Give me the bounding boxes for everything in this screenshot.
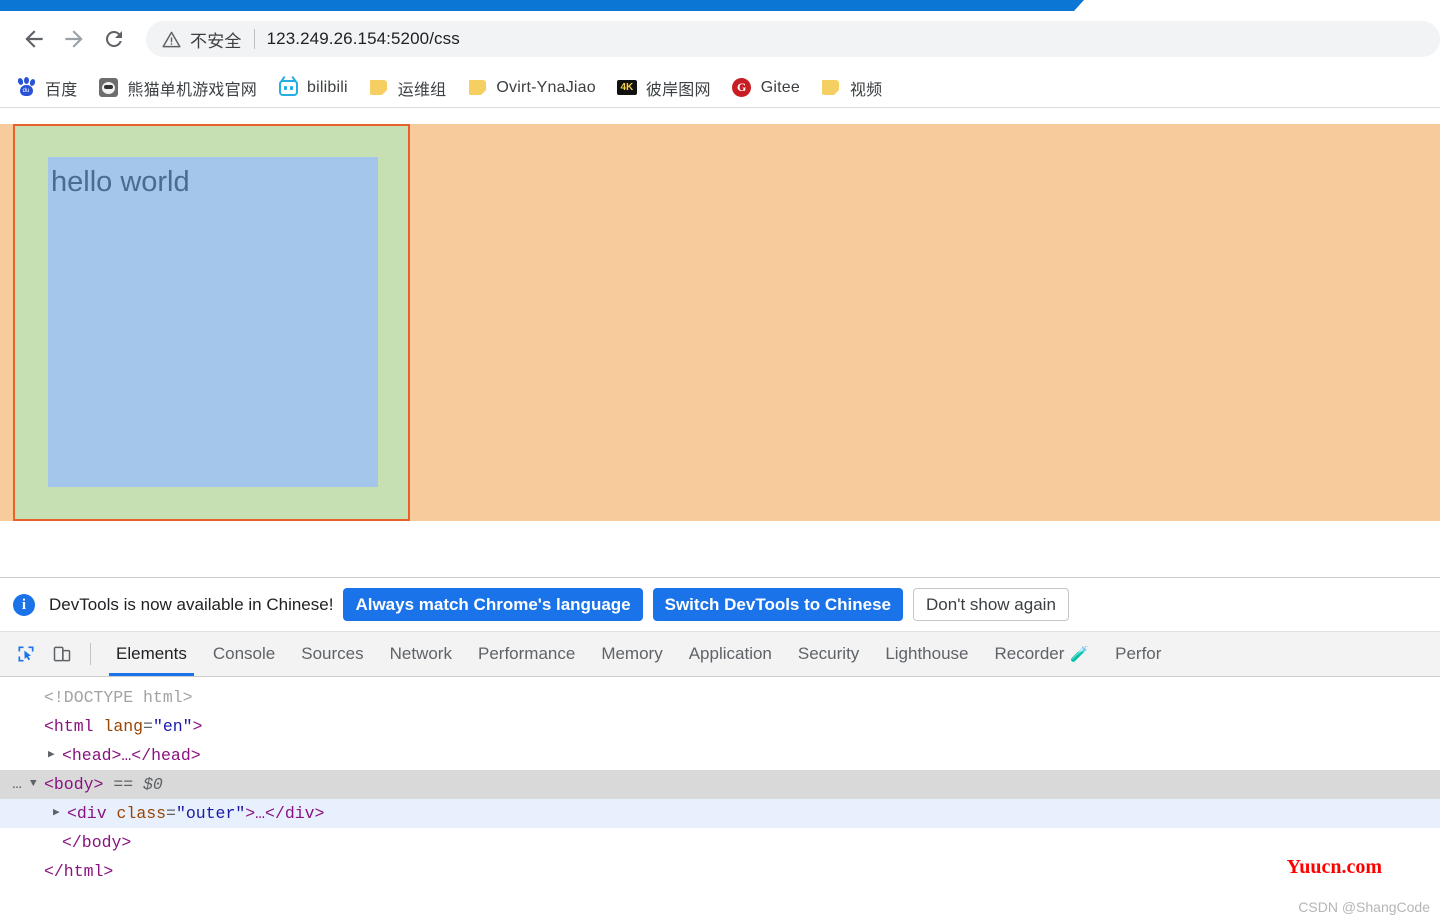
tab-security[interactable]: Security: [785, 632, 872, 676]
tab-performance[interactable]: Performance: [465, 632, 588, 676]
body-collapse-triangle-icon[interactable]: ▼: [30, 770, 44, 799]
outer-div-expand-triangle-icon[interactable]: ▶: [53, 799, 67, 828]
tree-row-outer-div[interactable]: ▶ <div class = "outer" >…</div>: [0, 799, 1440, 828]
tab-performance-insights[interactable]: Perfor: [1102, 632, 1174, 676]
bookmark-biantu[interactable]: 4K 彼岸图网: [615, 73, 720, 103]
bookmark-folder-yunweizu[interactable]: 运维组: [367, 73, 456, 103]
security-status-label: 不安全: [190, 31, 242, 51]
bookmark-folder-shipin[interactable]: 视频: [819, 73, 891, 103]
elements-dom-tree[interactable]: <!DOCTYPE html> <html lang = "en" > ▶ <head…: [0, 677, 1440, 886]
tab-console[interactable]: Console: [200, 632, 288, 676]
watermark-csdn: CSDN @ShangCode: [1298, 899, 1430, 915]
bookmark-panda-games[interactable]: 熊猫单机游戏官网: [96, 73, 266, 103]
tab-recorder[interactable]: Recorder 🧪: [982, 632, 1103, 676]
panda-icon: [98, 78, 118, 98]
devtools-panel: i DevTools is now available in Chinese! …: [0, 577, 1440, 923]
tab-lighthouse[interactable]: Lighthouse: [872, 632, 981, 676]
page-viewport: hello world: [0, 108, 1440, 577]
tab-elements[interactable]: Elements: [103, 632, 200, 676]
div-rest: >…</div>: [245, 804, 325, 823]
inner-div: hello world: [48, 157, 378, 487]
html-open-tag-close: >: [192, 717, 203, 736]
bookmark-folder-ovirt-ynajiao[interactable]: Ovirt-YnaJiao: [465, 73, 605, 103]
html-lang-attr-value: "en": [152, 717, 193, 736]
bookmarks-bar: du 百度 熊猫单机游戏官网 bilibili 运维组 Ovirt-YnaJia…: [0, 67, 1440, 108]
device-toolbar-icon[interactable]: [46, 638, 78, 670]
body-selected-marker: == $0: [113, 775, 163, 794]
toolbar-divider: [90, 643, 91, 665]
warning-triangle-icon: [162, 30, 181, 49]
back-arrow-icon: [25, 30, 43, 48]
body-close-tag: </body>: [62, 833, 132, 852]
middle-div: hello world: [13, 124, 410, 521]
inspect-element-icon[interactable]: [10, 638, 42, 670]
tab-sources[interactable]: Sources: [288, 632, 376, 676]
tab-network[interactable]: Network: [377, 632, 465, 676]
baidu-paw-icon: du: [16, 77, 36, 98]
bookmark-label: 百度: [45, 81, 78, 99]
reload-icon: [105, 30, 122, 47]
bookmark-label: 彼岸图网: [645, 81, 711, 99]
tree-row-html-close[interactable]: </html>: [0, 857, 1440, 886]
tree-row-html[interactable]: <html lang = "en" >: [0, 712, 1440, 741]
devtools-tab-bar: Elements Console Sources Network Perform…: [0, 632, 1440, 677]
head-node-text: <head>…</head>: [62, 746, 201, 765]
omnibox-divider: [253, 29, 255, 49]
folder-icon: [369, 78, 389, 98]
bookmark-baidu[interactable]: du 百度: [14, 73, 86, 103]
watermark-yuucn: Yuucn.com: [1286, 856, 1382, 878]
tree-row-body-close[interactable]: </body>: [0, 828, 1440, 857]
bilibili-tv-icon: [278, 75, 298, 98]
html-open-tag: <html: [44, 717, 94, 736]
forward-arrow-icon: [65, 30, 83, 48]
div-class-attr-value: "outer": [175, 804, 246, 823]
info-icon: i: [13, 593, 35, 616]
bookmark-label: Gitee: [760, 78, 800, 96]
div-class-attr-name: class: [116, 804, 167, 823]
4k-icon: 4K: [616, 78, 637, 98]
outer-div: hello world: [0, 124, 1440, 521]
reload-button[interactable]: [94, 19, 134, 59]
url-text: 123.249.26.154:5200/css: [266, 29, 460, 48]
tab-application[interactable]: Application: [676, 632, 785, 676]
beaker-icon: 🧪: [1070, 646, 1090, 663]
bookmark-label: 运维组: [397, 81, 447, 99]
address-bar[interactable]: 不安全 123.249.26.154:5200/css: [146, 21, 1440, 57]
browser-tab-strip: [0, 0, 1440, 11]
body-node-text: <body>: [44, 775, 104, 794]
bookmark-label: Ovirt-YnaJiao: [496, 78, 596, 96]
forward-button[interactable]: [54, 19, 94, 59]
active-tab-highlight: [0, 0, 1084, 11]
bookmark-label: 视频: [849, 81, 883, 99]
always-match-language-button[interactable]: Always match Chrome's language: [343, 588, 643, 621]
tree-row-doctype[interactable]: <!DOCTYPE html>: [0, 683, 1440, 712]
html-close-tag: </html>: [44, 862, 114, 881]
head-expand-triangle-icon[interactable]: ▶: [48, 741, 62, 770]
html-lang-attr-name: lang: [103, 717, 144, 736]
bookmark-bilibili[interactable]: bilibili: [276, 73, 357, 103]
folder-icon: [821, 78, 841, 98]
doctype-text: <!DOCTYPE html>: [44, 688, 193, 707]
tab-recorder-label: Recorder: [994, 644, 1065, 663]
dont-show-again-button[interactable]: Don't show again: [913, 588, 1069, 621]
browser-chrome: 不安全 123.249.26.154:5200/css du 百度 熊猫单机游戏…: [0, 11, 1440, 108]
devtools-language-banner: i DevTools is now available in Chinese! …: [0, 578, 1440, 632]
switch-devtools-to-chinese-button[interactable]: Switch DevTools to Chinese: [652, 588, 904, 621]
banner-message: DevTools is now available in Chinese!: [49, 594, 334, 614]
navigation-bar: 不安全 123.249.26.154:5200/css: [0, 11, 1440, 67]
gitee-icon: G: [732, 78, 752, 98]
div-open-tag: <div: [67, 804, 117, 823]
bookmark-label: bilibili: [307, 78, 348, 96]
tree-row-body[interactable]: … ▼ <body> == $0: [0, 770, 1440, 799]
tab-memory[interactable]: Memory: [588, 632, 675, 676]
folder-icon: [467, 78, 487, 98]
tree-gutter-dots[interactable]: …: [4, 770, 30, 799]
back-button[interactable]: [14, 19, 54, 59]
bookmark-gitee[interactable]: G Gitee: [730, 73, 809, 103]
bookmark-label: 熊猫单机游戏官网: [127, 81, 258, 99]
tree-row-head[interactable]: ▶ <head>…</head>: [0, 741, 1440, 770]
